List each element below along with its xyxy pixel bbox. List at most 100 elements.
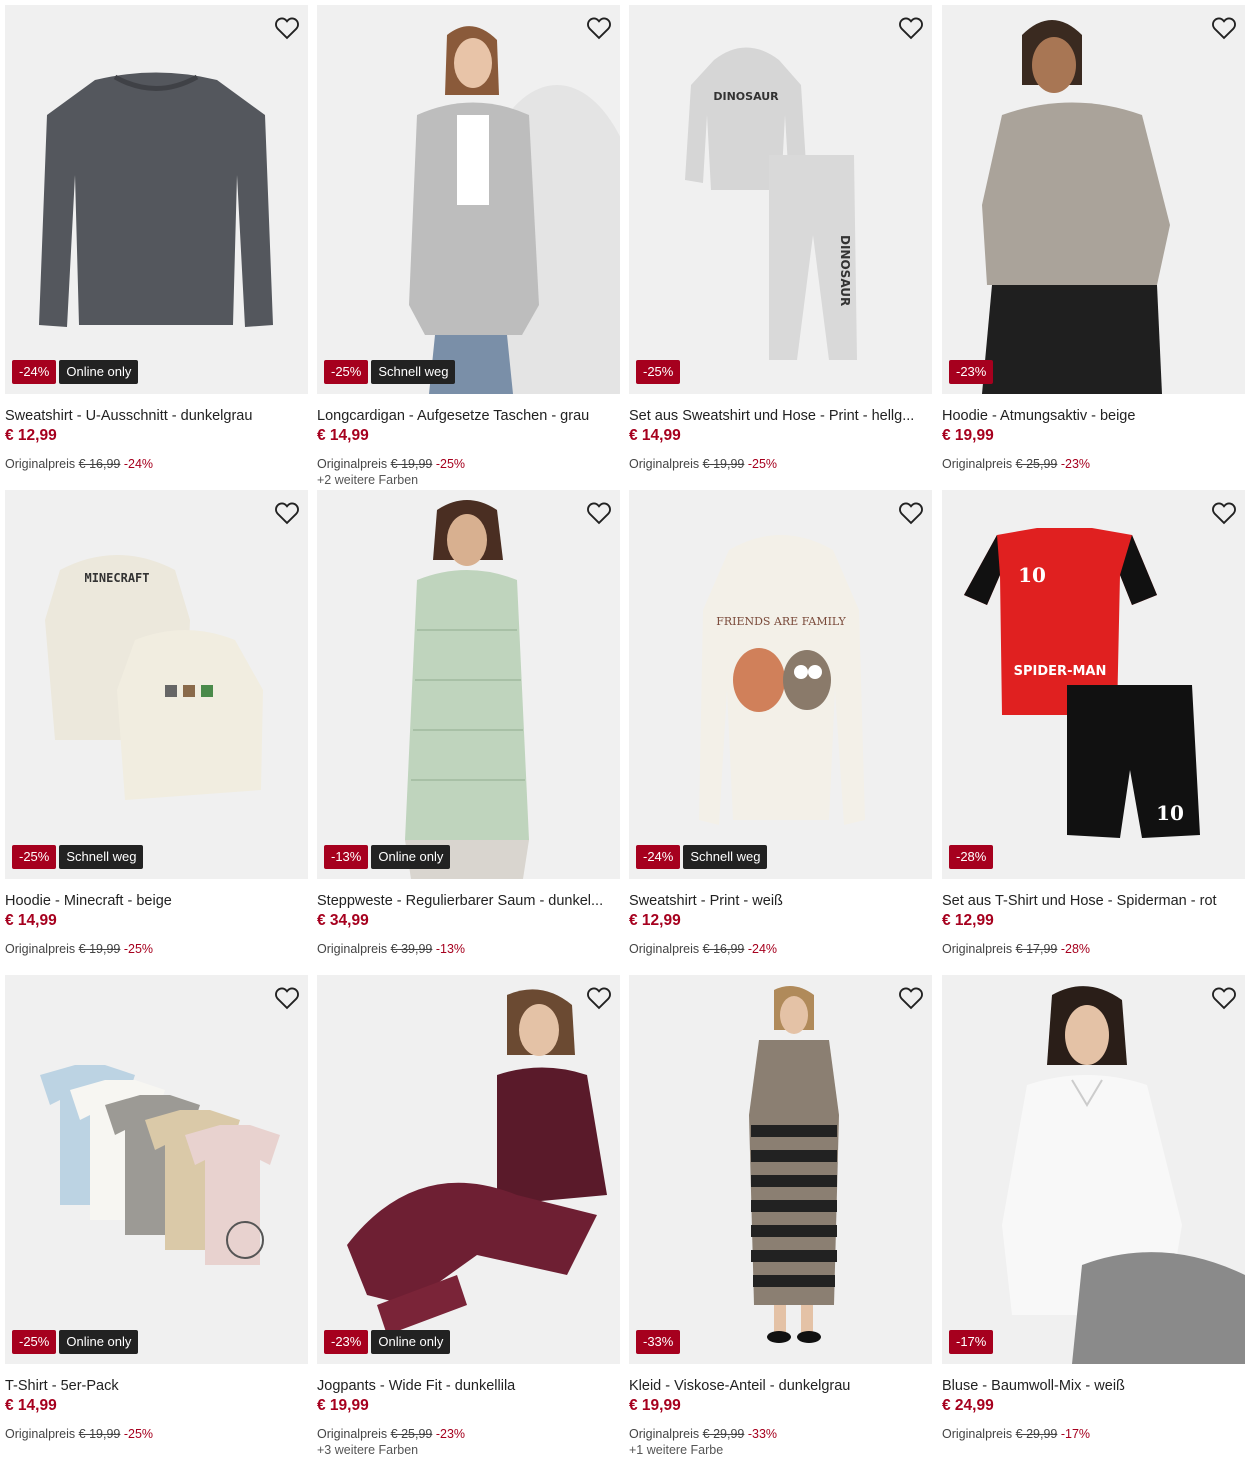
product-price: € 14,99 xyxy=(5,1397,57,1414)
heart-outline-icon[interactable] xyxy=(585,499,613,527)
heart-outline-icon[interactable] xyxy=(897,499,925,527)
product-title[interactable]: Steppweste - Regulierbarer Saum - dunkel… xyxy=(317,893,620,909)
original-price-label: Originalpreis xyxy=(942,457,1013,471)
tag-badge: Online only xyxy=(371,1330,451,1354)
discount-badge: -23% xyxy=(324,1330,369,1354)
product-card[interactable]: 10 SPIDER-MAN 10 -28% Set aus T-Shirt un… xyxy=(942,490,1245,970)
heart-outline-icon[interactable] xyxy=(897,984,925,1012)
product-price: € 14,99 xyxy=(317,427,369,444)
badges: -23% Online only xyxy=(324,1330,451,1354)
product-title[interactable]: T-Shirt - 5er-Pack xyxy=(5,1378,308,1394)
product-card[interactable]: -25% Schnell weg Longcardigan - Aufgeset… xyxy=(317,5,620,487)
product-card[interactable]: -13% Online only Steppweste - Regulierba… xyxy=(317,490,620,970)
product-title[interactable]: Set aus T-Shirt und Hose - Spiderman - r… xyxy=(942,893,1245,909)
discount-percent: -13% xyxy=(435,942,466,956)
original-price: € 17,99 xyxy=(1015,942,1058,956)
number-print: 10 xyxy=(1018,563,1046,587)
product-card[interactable]: -25% Online only T-Shirt - 5er-Pack € 14… xyxy=(5,975,308,1455)
heart-outline-icon[interactable] xyxy=(273,984,301,1012)
original-price: € 19,99 xyxy=(390,457,433,471)
discount-percent: -24% xyxy=(747,942,778,956)
product-image[interactable]: MINECRAFT xyxy=(5,490,308,879)
product-title[interactable]: Jogpants - Wide Fit - dunkellila xyxy=(317,1378,620,1394)
dinosaur-leg-print: DINOSAUR xyxy=(838,235,852,306)
original-price-label: Originalpreis xyxy=(629,1427,700,1441)
product-image[interactable] xyxy=(317,5,620,394)
product-image[interactable]: DINOSAUR DINOSAUR xyxy=(629,5,932,394)
product-card[interactable]: -23% Online only Jogpants - Wide Fit - d… xyxy=(317,975,620,1457)
product-title[interactable]: Hoodie - Minecraft - beige xyxy=(5,893,308,909)
heart-outline-icon[interactable] xyxy=(1210,499,1238,527)
product-title[interactable]: Sweatshirt - Print - weiß xyxy=(629,893,932,909)
original-price: € 29,99 xyxy=(702,1427,745,1441)
product-image[interactable] xyxy=(629,975,932,1364)
product-image[interactable]: FRIENDS ARE FAMILY xyxy=(629,490,932,879)
product-price: € 19,99 xyxy=(942,427,994,444)
product-title[interactable]: Longcardigan - Aufgesetze Taschen - grau xyxy=(317,408,620,424)
product-card[interactable]: -33% Kleid - Viskose-Anteil - dunkelgrau… xyxy=(629,975,932,1457)
product-image[interactable] xyxy=(942,5,1245,394)
dinosaur-set-image: DINOSAUR DINOSAUR xyxy=(685,47,857,360)
product-image[interactable] xyxy=(942,975,1245,1364)
product-image[interactable] xyxy=(5,975,308,1364)
spiderman-print: SPIDER-MAN xyxy=(1014,664,1107,679)
product-title[interactable]: Sweatshirt - U-Ausschnitt - dunkelgrau xyxy=(5,408,308,424)
original-price-line: Originalpreis € 25,99 -23% xyxy=(942,457,1090,471)
product-card[interactable]: DINOSAUR DINOSAUR -25% Set aus Sweatshir… xyxy=(629,5,932,485)
discount-percent: -25% xyxy=(123,1427,154,1441)
tag-badge: Online only xyxy=(59,360,139,384)
product-image[interactable] xyxy=(5,5,308,394)
product-image[interactable] xyxy=(317,490,620,879)
original-price-line: Originalpreis € 29,99 -17% xyxy=(942,1427,1090,1441)
original-price-line: Originalpreis € 19,99 -25% xyxy=(5,942,153,956)
product-price: € 12,99 xyxy=(629,912,681,929)
badges: -25% Online only xyxy=(12,1330,139,1354)
original-price: € 25,99 xyxy=(390,1427,433,1441)
fox-owl-sweatshirt-image: FRIENDS ARE FAMILY xyxy=(699,535,865,825)
heart-outline-icon[interactable] xyxy=(585,14,613,42)
heart-outline-icon[interactable] xyxy=(1210,14,1238,42)
heart-outline-icon[interactable] xyxy=(273,14,301,42)
discount-badge: -25% xyxy=(324,360,369,384)
product-price: € 12,99 xyxy=(5,427,57,444)
discount-percent: -23% xyxy=(435,1427,466,1441)
product-title[interactable]: Set aus Sweatshirt und Hose - Print - he… xyxy=(629,408,932,424)
product-card[interactable]: FRIENDS ARE FAMILY -24% Schnell weg Swea… xyxy=(629,490,932,970)
discount-percent: -33% xyxy=(747,1427,778,1441)
original-price-line: Originalpreis € 19,99 -25% xyxy=(629,457,777,471)
product-card[interactable]: -23% Hoodie - Atmungsaktiv - beige € 19,… xyxy=(942,5,1245,485)
original-price-line: Originalpreis € 16,99 -24% xyxy=(5,457,153,471)
discount-badge: -23% xyxy=(949,360,994,384)
product-price: € 34,99 xyxy=(317,912,369,929)
product-card[interactable]: -17% Bluse - Baumwoll-Mix - weiß € 24,99… xyxy=(942,975,1245,1455)
heart-outline-icon[interactable] xyxy=(1210,984,1238,1012)
original-price: € 29,99 xyxy=(1015,1427,1058,1441)
product-card[interactable]: MINECRAFT -25% Schnell weg Hoodie - Mine… xyxy=(5,490,308,970)
jogpants-image xyxy=(347,989,607,1335)
discount-badge: -25% xyxy=(12,845,57,869)
original-price-label: Originalpreis xyxy=(5,457,76,471)
striped-dress-image xyxy=(749,986,839,1343)
heart-outline-icon[interactable] xyxy=(897,14,925,42)
product-title[interactable]: Bluse - Baumwoll-Mix - weiß xyxy=(942,1378,1245,1394)
product-price: € 24,99 xyxy=(942,1397,994,1414)
badges: -28% xyxy=(949,845,994,869)
heart-outline-icon[interactable] xyxy=(273,499,301,527)
more-colors-link[interactable]: +2 weitere Farben xyxy=(317,473,418,487)
discount-badge: -13% xyxy=(324,845,369,869)
product-card[interactable]: -24% Online only Sweatshirt - U-Ausschni… xyxy=(5,5,308,485)
product-price: € 12,99 xyxy=(942,912,994,929)
hoodie-beige-image xyxy=(982,20,1170,394)
original-price: € 16,99 xyxy=(702,942,745,956)
product-price: € 19,99 xyxy=(317,1397,369,1414)
heart-outline-icon[interactable] xyxy=(585,984,613,1012)
original-price-label: Originalpreis xyxy=(317,457,388,471)
badges: -33% xyxy=(636,1330,681,1354)
tag-badge: Schnell weg xyxy=(683,845,768,869)
discount-percent: -23% xyxy=(1060,457,1091,471)
product-title[interactable]: Kleid - Viskose-Anteil - dunkelgrau xyxy=(629,1378,932,1394)
product-image[interactable] xyxy=(317,975,620,1364)
product-title[interactable]: Hoodie - Atmungsaktiv - beige xyxy=(942,408,1245,424)
original-price-label: Originalpreis xyxy=(317,1427,388,1441)
product-image[interactable]: 10 SPIDER-MAN 10 xyxy=(942,490,1245,879)
